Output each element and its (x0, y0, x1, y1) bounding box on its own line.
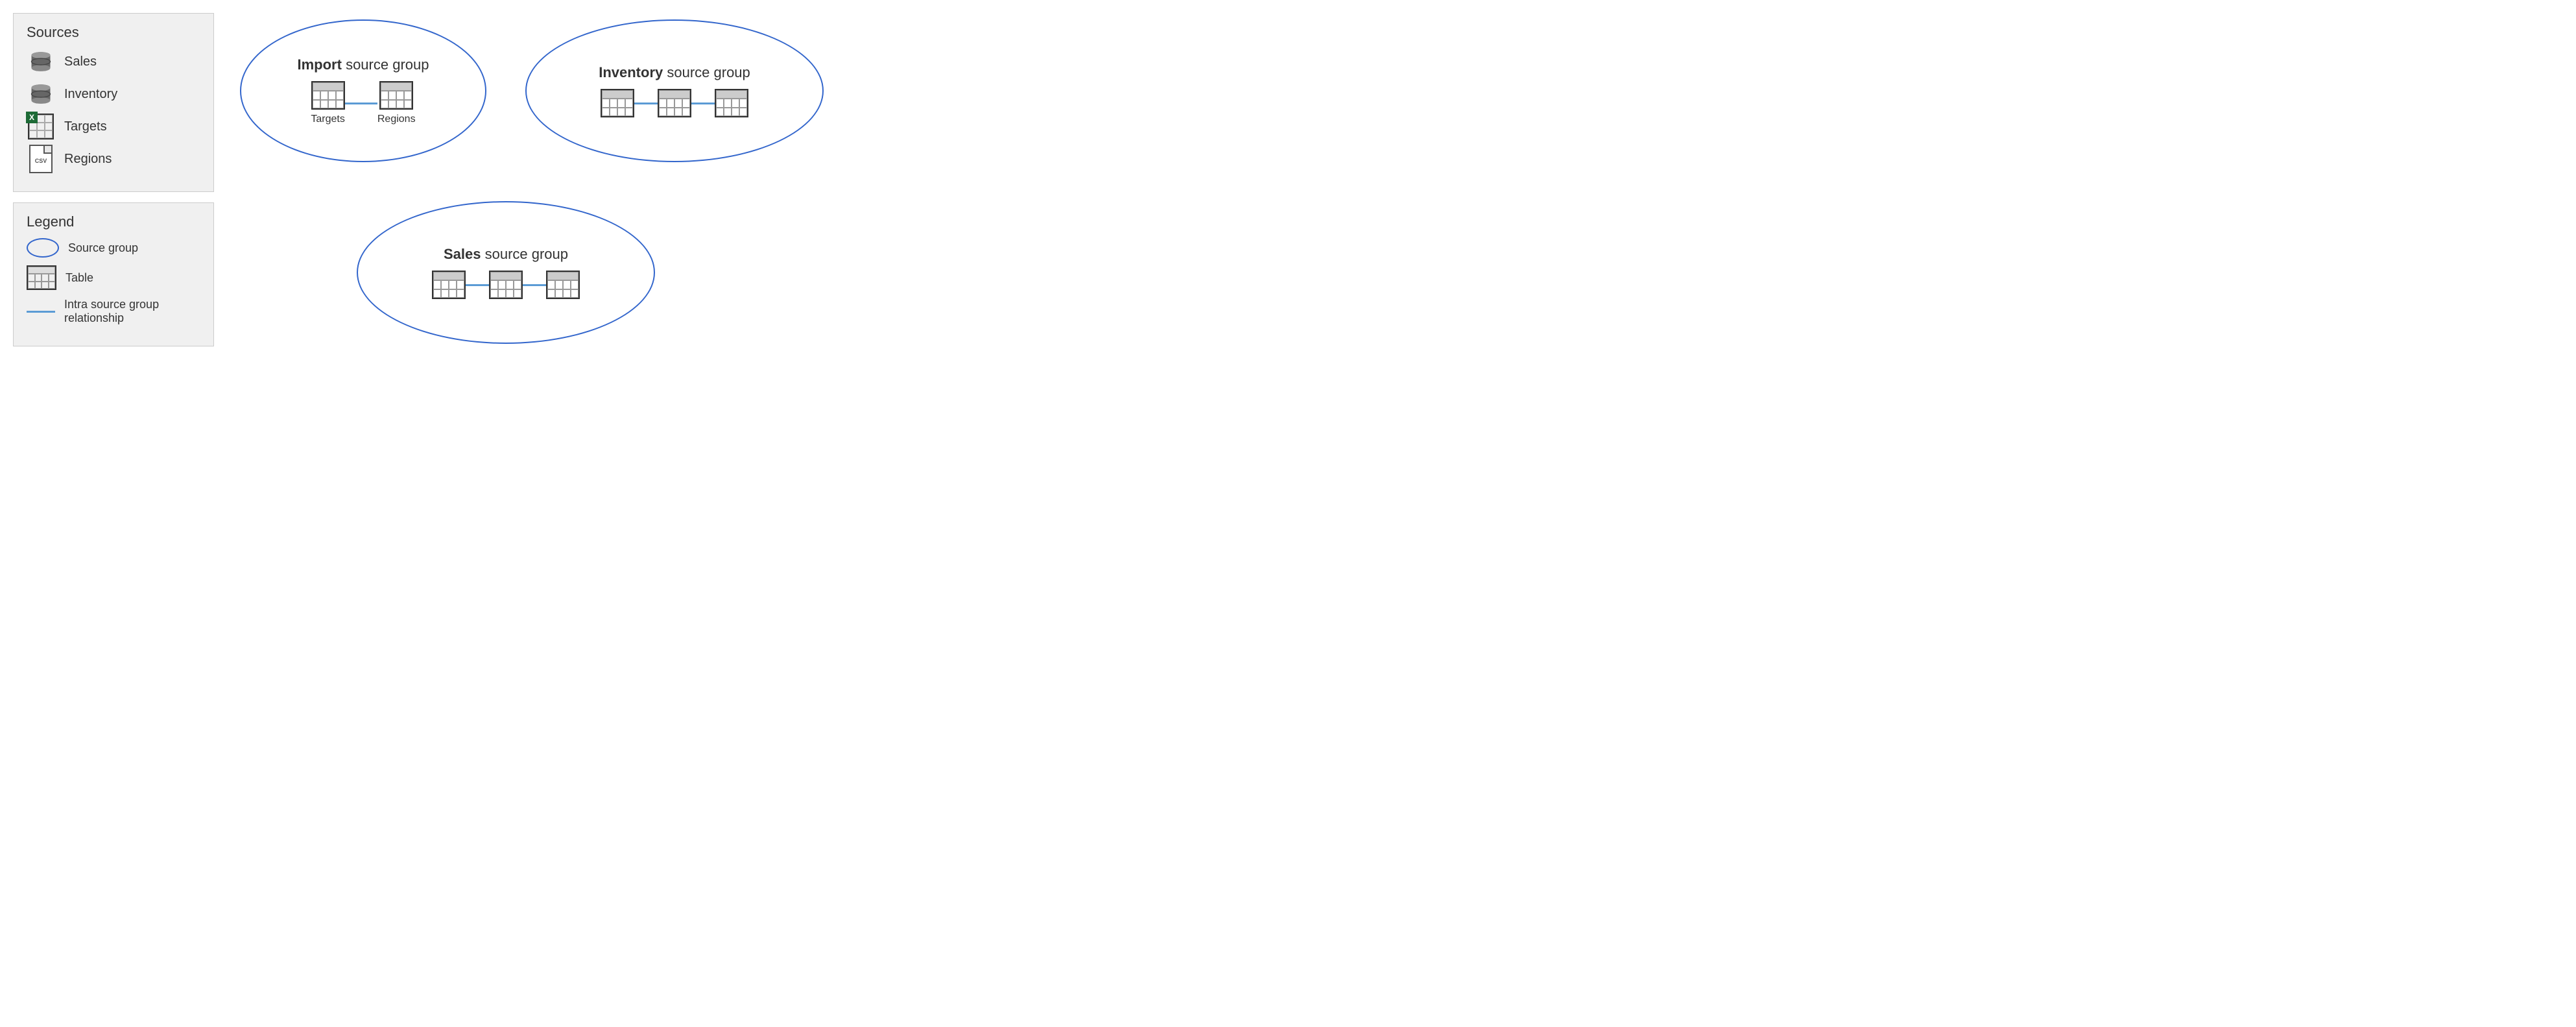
ellipse-legend-icon (27, 238, 59, 258)
diagram-area: Import source group Targets Regions (227, 13, 895, 350)
import-table-regions: Regions (377, 81, 416, 125)
table-icon-targets (311, 81, 345, 110)
import-table-targets: Targets (311, 81, 344, 125)
import-source-group: Import source group Targets Regions (240, 19, 486, 162)
import-group-title: Import source group (298, 56, 429, 73)
connector-inventory-2 (691, 103, 715, 104)
source-item-sales: Sales (27, 49, 200, 75)
legend-label-relationship: Intra source group relationship (64, 298, 200, 325)
legend-item-relationship: Intra source group relationship (27, 298, 200, 325)
legend-box: Legend Source group Table Intra source g… (13, 202, 214, 346)
source-item-inventory: Inventory (27, 81, 200, 107)
source-label-inventory: Inventory (64, 87, 117, 102)
source-label-sales: Sales (64, 54, 97, 69)
connector-inventory-1 (634, 103, 658, 104)
connector-import-1 (345, 103, 377, 104)
database-icon-inventory (27, 81, 55, 107)
sales-group-title: Sales source group (444, 246, 568, 263)
sales-table-2 (489, 271, 523, 299)
sales-source-group: Sales source group (357, 201, 655, 344)
connector-sales-2 (523, 284, 546, 286)
table-icon-regions (379, 81, 413, 110)
left-panel: Sources Sales (13, 13, 214, 350)
legend-label-source-group: Source group (68, 241, 138, 255)
inventory-table-3 (715, 89, 748, 117)
source-item-targets: X Targets (27, 114, 200, 139)
inventory-source-group: Inventory source group (525, 19, 824, 162)
excel-icon-targets: X (27, 114, 55, 139)
legend-item-table: Table (27, 265, 200, 290)
sales-table-3 (546, 271, 580, 299)
inventory-table-2 (658, 89, 691, 117)
legend-item-source-group: Source group (27, 238, 200, 258)
sales-tables-row (432, 271, 580, 299)
source-label-regions: Regions (64, 152, 112, 167)
source-label-targets: Targets (64, 119, 107, 134)
inventory-table-1 (601, 89, 634, 117)
inventory-group-title: Inventory source group (599, 64, 750, 81)
table-legend-icon (27, 265, 56, 290)
legend-title: Legend (27, 213, 200, 230)
source-item-regions: CSV Regions (27, 146, 200, 172)
sales-table-1 (432, 271, 466, 299)
sources-box: Sources Sales (13, 13, 214, 192)
legend-label-table: Table (66, 271, 93, 285)
inventory-tables-row (601, 89, 748, 117)
import-regions-label: Regions (377, 114, 416, 125)
import-targets-label: Targets (311, 114, 344, 125)
database-icon-sales (27, 49, 55, 75)
connector-sales-1 (466, 284, 489, 286)
sources-title: Sources (27, 24, 200, 41)
csv-icon-regions: CSV (27, 146, 55, 172)
line-legend-icon (27, 311, 55, 313)
import-tables-row: Targets Regions (311, 81, 415, 125)
